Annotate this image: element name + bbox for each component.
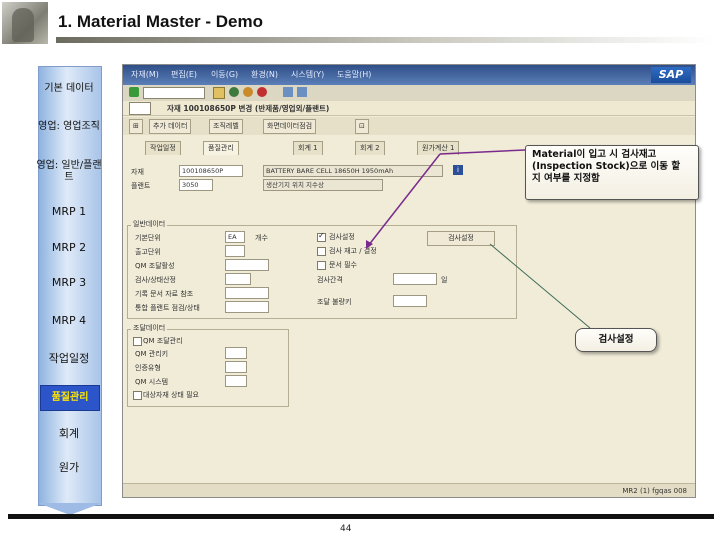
inspection-setting-callout: 검사설정 xyxy=(575,328,657,352)
arrow-callout-shaft-b xyxy=(367,153,441,247)
footer-line xyxy=(8,514,714,519)
arrow-callout-shaft-a xyxy=(439,149,526,155)
inspection-stock-callout: Material이 입고 시 검사재고 (Inspection Stock)으로… xyxy=(525,145,699,200)
callout-arrows xyxy=(366,149,591,329)
page-number: 44 xyxy=(340,524,352,534)
pointer-line-setting xyxy=(489,243,591,329)
